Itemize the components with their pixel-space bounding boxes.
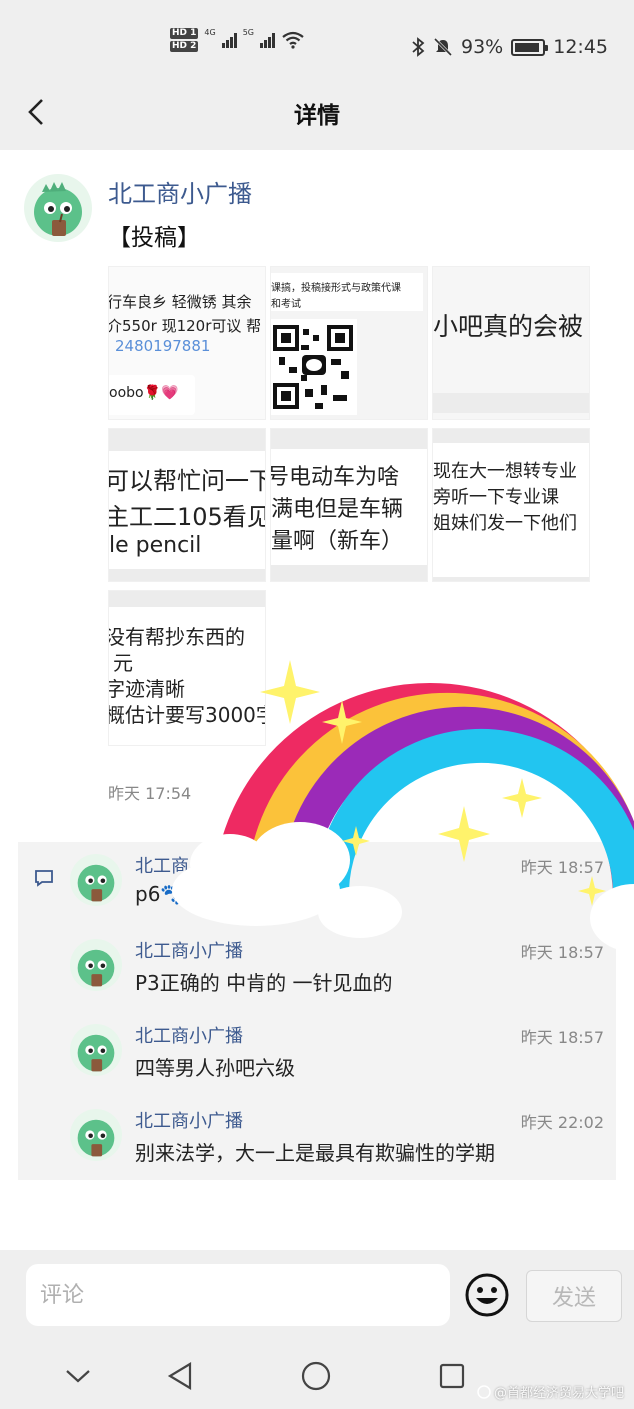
post-image-6[interactable]: 现在大一想转专业 旁听一下专业课 姐妹们发一下他们 (432, 428, 590, 582)
dinosaur-avatar-icon (77, 949, 115, 987)
battery-icon (511, 38, 549, 56)
signal-indicators: HD 1 HD 2 4G 5G (170, 28, 305, 52)
mute-bell-icon (433, 37, 453, 57)
image-7-line-4: 概估计要写3000字 (108, 703, 266, 727)
dinosaur-avatar-icon (34, 182, 82, 236)
qr-code-icon (271, 319, 357, 415)
post-image-1[interactable]: 行车良乡 轻微锈 其余 介550r 现120r可议 帮 2480197881 o… (108, 266, 266, 420)
clock: 12:45 (553, 36, 608, 58)
dinosaur-avatar-icon (77, 1034, 115, 1072)
image-6-line-1: 现在大一想转专业 (433, 461, 577, 482)
top-nav-bar: 详情 (0, 78, 634, 150)
commenter-avatar[interactable] (70, 854, 122, 906)
comment-text: 别来法学，大一上是最具有欺骗性的学期 (135, 1141, 495, 1165)
page-title: 详情 (294, 103, 340, 129)
post-time: 昨天 17:54 (108, 784, 192, 803)
comment-text: 四等男人孙吧六级 (135, 1056, 295, 1080)
post-image-7[interactable]: 没有帮抄东西的 元 字迹清晰 概估计要写3000字 (108, 590, 266, 746)
commenter-name[interactable]: 北工商小广播 (135, 1107, 243, 1133)
comment-time: 昨天 18:57 (520, 1028, 604, 1047)
smiley-icon (465, 1273, 509, 1317)
image-5-line-3: 量啊（新车） (271, 529, 404, 554)
image-7-line-2: 元 (113, 651, 133, 675)
nav-home-button[interactable] (296, 1356, 336, 1396)
comment-item[interactable]: 北工商小广播 昨天 18:57 P3正确的 中肯的 一针见血的 (70, 927, 610, 1011)
system-indicators: 93% 12:45 (411, 36, 608, 58)
image-6-line-3: 姐妹们发一下他们 (433, 513, 577, 534)
commenter-name[interactable]: 北工商小广播 (135, 852, 243, 878)
image-grid: 行车良乡 轻微锈 其余 介550r 现120r可议 帮 2480197881 o… (108, 266, 590, 746)
image-6-line-2: 旁听一下专业课 (433, 487, 559, 508)
image-4-line-3: le pencil (109, 533, 202, 558)
watermark: @首都经济贸易大学吧 (477, 1382, 624, 1401)
comment-list: 北工商小广播 昨天 18:57 p6🐾 北工商小广播 昨天 18:57 P3正确… (18, 842, 616, 1180)
image-3-line-1: 小吧真的会被 (433, 312, 584, 341)
chevron-down-icon (66, 1370, 90, 1383)
author-avatar[interactable] (24, 174, 92, 242)
image-1-bubble: oobo🌹💗 (109, 375, 195, 415)
emoji-button[interactable] (464, 1272, 510, 1318)
image-1-line-4: oobo🌹💗 (109, 385, 179, 401)
nav-back-button[interactable] (160, 1356, 200, 1396)
circle-home-icon (301, 1361, 331, 1391)
image-4-line-2: 主工二105看见 (108, 503, 266, 531)
comment-bubble-icon (35, 870, 53, 887)
post-image-4[interactable]: 可以帮忙问一下 主工二105看见 le pencil (108, 428, 266, 582)
hd2-badge: HD 2 (170, 41, 199, 52)
square-recents-icon (439, 1363, 465, 1389)
image-2-line-2: 和考试 (271, 299, 301, 310)
watermark-text: @首都经济贸易大学吧 (493, 1386, 624, 1401)
comment-time: 昨天 18:57 (520, 858, 604, 877)
system-nav-bar: @首都经济贸易大学吧 (0, 1346, 634, 1409)
post-image-3[interactable]: 小吧真的会被 (432, 266, 590, 420)
network-type-2: 5G (242, 28, 254, 37)
image-1-line-2: 介550r 现120r可议 帮 (108, 317, 262, 335)
commenter-avatar[interactable] (70, 939, 122, 991)
commenter-name[interactable]: 北工商小广播 (135, 1022, 243, 1048)
image-2-caption: 课搞，投稿接形式与政策代课 和考试 (271, 273, 423, 311)
tieba-logo-icon (477, 1384, 491, 1399)
commenter-avatar[interactable] (70, 1109, 122, 1161)
image-2-line-1: 课搞，投稿接形式与政策代课 (271, 283, 401, 294)
hd1-badge: HD 1 (170, 28, 199, 39)
battery-percent: 93% (461, 36, 504, 58)
post-text: 【投稿】 (108, 225, 200, 251)
nav-recents-button[interactable] (432, 1356, 472, 1396)
wifi-icon (282, 31, 304, 49)
image-1-line-3: 2480197881 (115, 337, 211, 355)
signal-bars-icon (260, 32, 275, 48)
nav-collapse-button[interactable] (58, 1356, 98, 1396)
image-7-line-3: 字迹清晰 (108, 677, 185, 701)
image-4-line-1: 可以帮忙问一下 (108, 467, 266, 495)
comment-input-bar: 发送 (0, 1250, 634, 1346)
send-button[interactable]: 发送 (526, 1270, 622, 1322)
comment-time: 昨天 22:02 (520, 1113, 604, 1132)
comment-item[interactable]: 北工商小广播 昨天 22:02 别来法学，大一上是最具有欺骗性的学期 (70, 1097, 610, 1181)
comment-text: p6🐾 (135, 882, 186, 906)
dinosaur-avatar-icon (77, 864, 115, 902)
comment-text: P3正确的 中肯的 一针见血的 (135, 971, 393, 995)
dinosaur-avatar-icon (77, 1119, 115, 1157)
commenter-name[interactable]: 北工商小广播 (135, 937, 243, 963)
triangle-back-icon (167, 1362, 192, 1390)
comment-item[interactable]: 北工商小广播 昨天 18:57 p6🐾 (70, 842, 610, 926)
comment-item[interactable]: 北工商小广播 昨天 18:57 四等男人孙吧六级 (70, 1012, 610, 1096)
image-5-line-1: 号电动车为啥 (270, 465, 400, 490)
image-7-line-1: 没有帮抄东西的 (108, 625, 245, 649)
comment-input[interactable] (26, 1264, 450, 1326)
status-bar: HD 1 HD 2 4G 5G 93% 12:45 (0, 0, 634, 78)
network-type-1: 4G (204, 28, 216, 37)
post-image-2[interactable]: 课搞，投稿接形式与政策代课 和考试 (270, 266, 428, 420)
bluetooth-icon (412, 37, 425, 57)
image-5-line-2: 满电但是车辆 (271, 497, 404, 522)
post-image-5[interactable]: 号电动车为啥 满电但是车辆 量啊（新车） (270, 428, 428, 582)
commenter-avatar[interactable] (70, 1024, 122, 1076)
image-1-line-1: 行车良乡 轻微锈 其余 (108, 293, 252, 311)
comment-time: 昨天 18:57 (520, 943, 604, 962)
signal-bars-icon (221, 32, 237, 48)
post-author[interactable]: 北工商小广播 (108, 174, 252, 209)
